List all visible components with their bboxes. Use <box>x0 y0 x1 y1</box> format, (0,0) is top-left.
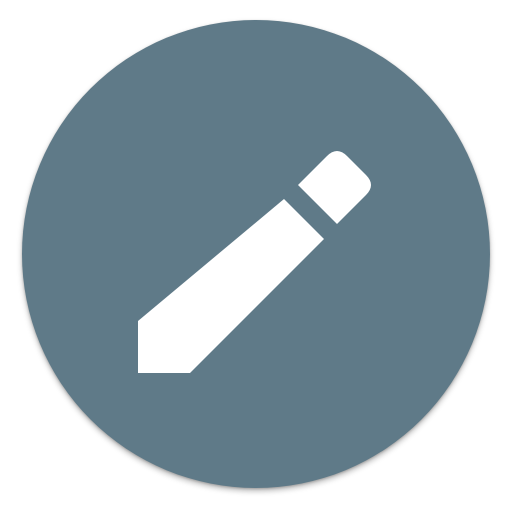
pencil-body <box>138 199 324 373</box>
pencil-icon <box>138 151 371 373</box>
app-icon-stage <box>0 0 512 512</box>
pencil-eraser-cap <box>298 151 371 224</box>
